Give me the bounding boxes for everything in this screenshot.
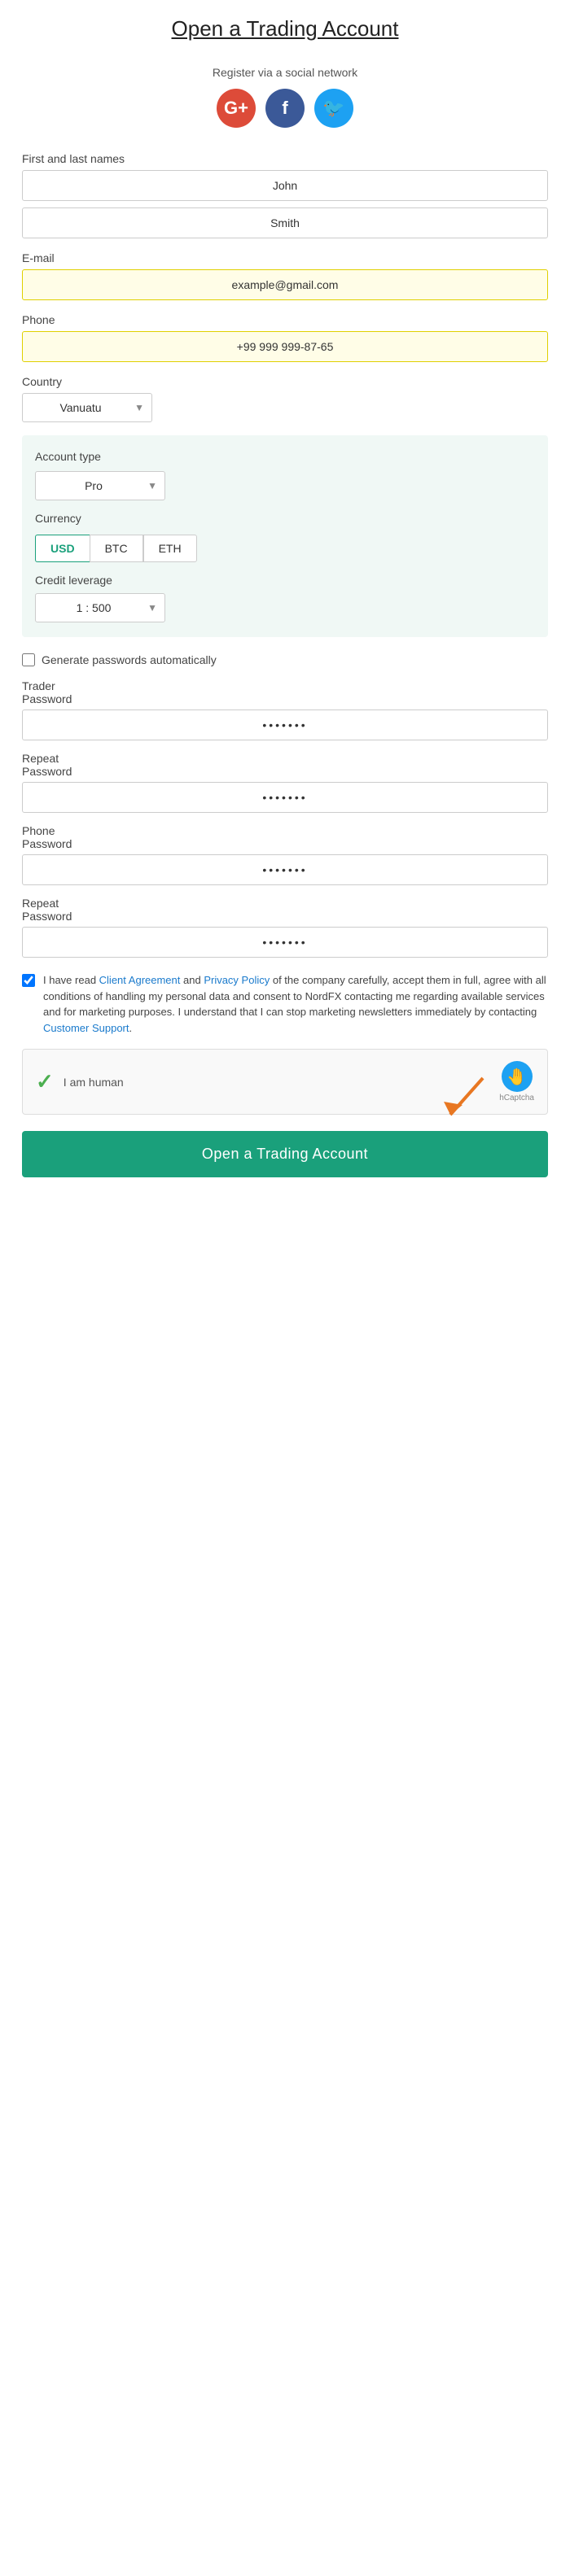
country-label: Country <box>22 375 548 388</box>
page-title: Open a Trading Account <box>22 16 548 41</box>
currency-label: Currency <box>35 512 535 525</box>
agreement-checkbox[interactable] <box>22 974 35 987</box>
captcha-label: I am human <box>64 1076 124 1089</box>
google-login-button[interactable]: G+ <box>217 89 256 128</box>
leverage-label: Credit leverage <box>35 574 535 587</box>
first-name-input[interactable] <box>22 170 548 201</box>
country-section: Country Vanuatu United States United Kin… <box>22 375 548 422</box>
orange-arrow-icon <box>401 1074 499 1123</box>
repeat-trader-password-group: RepeatPassword <box>22 752 548 813</box>
phone-label: Phone <box>22 313 548 326</box>
names-section: First and last names <box>22 152 548 238</box>
account-type-subsection: Account type Pro Standard ECN ▼ <box>35 450 535 500</box>
account-type-label: Account type <box>35 450 535 463</box>
agreement-row: I have read Client Agreement and Privacy… <box>22 972 548 1036</box>
currency-btc-button[interactable]: BTC <box>90 535 143 562</box>
hcaptcha-icon: 🤚 <box>502 1061 533 1092</box>
trader-password-label: TraderPassword <box>22 679 548 705</box>
currency-eth-button[interactable]: ETH <box>143 535 197 562</box>
generate-passwords-row: Generate passwords automatically <box>22 653 548 666</box>
country-select[interactable]: Vanuatu United States United Kingdom Ger… <box>22 393 152 422</box>
repeat-phone-password-input[interactable] <box>22 927 548 958</box>
agreement-label: I have read Client Agreement and Privacy… <box>43 972 548 1036</box>
trader-password-group: TraderPassword <box>22 679 548 740</box>
customer-support-link[interactable]: Customer Support <box>43 1022 129 1034</box>
passwords-section: TraderPassword RepeatPassword PhonePassw… <box>22 679 548 958</box>
currency-usd-button[interactable]: USD <box>35 535 90 562</box>
repeat-phone-password-label: RepeatPassword <box>22 897 548 923</box>
generate-passwords-checkbox[interactable] <box>22 653 35 666</box>
repeat-trader-password-label: RepeatPassword <box>22 752 548 778</box>
captcha-left: ✓ I am human <box>36 1069 124 1094</box>
twitter-login-button[interactable]: 🐦 <box>314 89 353 128</box>
names-label: First and last names <box>22 152 548 165</box>
submit-button[interactable]: Open a Trading Account <box>22 1131 548 1177</box>
generate-passwords-label[interactable]: Generate passwords automatically <box>42 653 217 666</box>
country-select-wrapper: Vanuatu United States United Kingdom Ger… <box>22 393 152 422</box>
client-agreement-link[interactable]: Client Agreement <box>99 974 181 986</box>
social-register-section: Register via a social network G+ f 🐦 <box>22 66 548 128</box>
currency-options-group: USD BTC ETH <box>35 535 535 562</box>
email-section: E-mail <box>22 251 548 300</box>
phone-password-input[interactable] <box>22 854 548 885</box>
social-icons-row: G+ f 🐦 <box>22 89 548 128</box>
facebook-login-button[interactable]: f <box>265 89 305 128</box>
phone-password-label: PhonePassword <box>22 824 548 850</box>
phone-section: Phone <box>22 313 548 362</box>
captcha-checkmark-icon: ✓ <box>36 1069 54 1094</box>
repeat-trader-password-input[interactable] <box>22 782 548 813</box>
account-settings-section: Account type Pro Standard ECN ▼ Currency… <box>22 435 548 637</box>
phone-input[interactable] <box>22 331 548 362</box>
repeat-phone-password-group: RepeatPassword <box>22 897 548 958</box>
currency-subsection: Currency USD BTC ETH <box>35 512 535 562</box>
email-input[interactable] <box>22 269 548 300</box>
captcha-brand-logo: 🤚 hCaptcha <box>499 1061 534 1102</box>
trader-password-input[interactable] <box>22 709 548 740</box>
hcaptcha-brand-name: hCaptcha <box>499 1094 534 1102</box>
leverage-subsection: Credit leverage 1 : 500 1 : 200 1 : 100 … <box>35 574 535 622</box>
privacy-policy-link[interactable]: Privacy Policy <box>204 974 270 986</box>
social-label: Register via a social network <box>22 66 548 79</box>
leverage-select-wrapper: 1 : 500 1 : 200 1 : 100 1 : 50 ▼ <box>35 593 165 622</box>
phone-password-group: PhonePassword <box>22 824 548 885</box>
account-type-select[interactable]: Pro Standard ECN <box>35 471 165 500</box>
email-label: E-mail <box>22 251 548 264</box>
leverage-select[interactable]: 1 : 500 1 : 200 1 : 100 1 : 50 <box>35 593 165 622</box>
last-name-input[interactable] <box>22 207 548 238</box>
account-type-select-wrapper: Pro Standard ECN ▼ <box>35 471 165 500</box>
